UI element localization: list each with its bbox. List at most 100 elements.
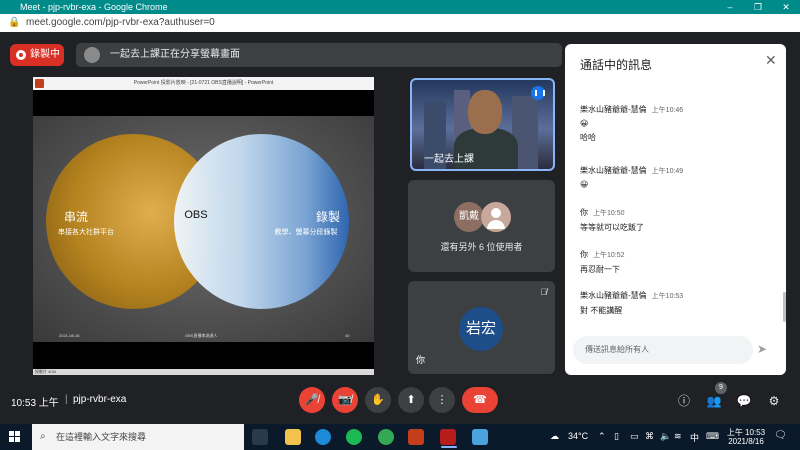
browser-title-bar: Meet - pjp-rvbr-exa - Google Chrome – ❐ …: [0, 0, 800, 14]
raise-hand-button[interactable]: ✋: [365, 387, 391, 413]
chat-sender: 樂水山豬爺爺-慧倫: [580, 291, 647, 300]
presenting-text: 一起去上課正在分享螢幕畫面: [110, 49, 240, 60]
chat-icon[interactable]: 💬: [734, 391, 754, 411]
camera-off-button[interactable]: 📷̸: [332, 387, 358, 413]
recording-label: 錄製中: [30, 49, 60, 60]
wifi-icon[interactable]: ≋: [674, 431, 682, 442]
battery-icon[interactable]: ▭: [630, 431, 639, 442]
participant-tile-speaker[interactable]: 一起去上課: [410, 78, 555, 171]
meeting-code: pjp-rvbr-exa: [73, 394, 127, 405]
speaking-indicator-icon: [531, 86, 545, 100]
self-avatar: 岩宏: [459, 307, 503, 351]
photos-icon[interactable]: [472, 429, 488, 445]
meeting-time: 10:53 上午: [11, 398, 59, 409]
slide-center-label: OBS: [184, 209, 208, 221]
present-now-button[interactable]: ⬆: [398, 387, 424, 413]
presenter-avatar: [84, 47, 100, 63]
video-person-head: [468, 90, 502, 134]
leave-call-button[interactable]: ☎: [462, 387, 498, 413]
chat-sender: 你: [580, 208, 588, 217]
volume-icon[interactable]: 🔈: [660, 431, 671, 442]
record-icon: [16, 50, 26, 60]
chat-sender: 樂水山豬爺爺-慧倫: [580, 166, 647, 175]
close-window-icon[interactable]: ✕: [772, 0, 800, 14]
task-view-icon[interactable]: [252, 429, 268, 445]
chat-line: 哈哈: [580, 133, 596, 142]
edge-icon[interactable]: [315, 429, 331, 445]
notification-icon[interactable]: 🗨: [774, 430, 787, 441]
chat-time: 上午10:50: [593, 210, 625, 217]
windows-start-icon[interactable]: [9, 431, 21, 443]
chat-time: 上午10:46: [651, 107, 684, 114]
media-app-icon[interactable]: [440, 429, 456, 445]
self-label: 你: [416, 355, 426, 365]
powerpoint-icon: [35, 79, 44, 88]
active-app-indicator: [441, 446, 457, 448]
participant-name: 一起去上課: [424, 154, 474, 165]
ime-indicator[interactable]: 中: [690, 431, 699, 444]
powerpoint-taskbar-icon[interactable]: [408, 429, 424, 445]
chat-header: 通話中的訊息: [580, 58, 653, 72]
participant-tile-others[interactable]: 凱戴 還有另外 6 位使用者: [408, 180, 555, 272]
participant-tile-self[interactable]: 🎙̸ 岩宏 你: [408, 281, 555, 374]
slide-right-title: 錄製: [315, 210, 340, 224]
chat-time: 上午10:49: [651, 168, 684, 175]
window-title: Meet - pjp-rvbr-exa - Google Chrome: [20, 2, 168, 12]
weather-icon[interactable]: ☁: [550, 431, 559, 442]
people-count-badge: 9: [715, 382, 727, 394]
search-placeholder: 在這裡輸入文字來搜尋: [56, 432, 147, 442]
slide-left-subtitle: 串接各大社群平台: [58, 229, 114, 236]
network-icon[interactable]: ⌘: [645, 431, 654, 442]
activities-icon[interactable]: ⚙: [764, 391, 784, 411]
chat-input[interactable]: 傳送訊息給所有人: [573, 336, 753, 364]
chat-sender: 樂水山豬爺爺-慧倫: [580, 105, 647, 114]
mic-muted-icon: 🎙̸: [540, 287, 547, 297]
mic-off-button[interactable]: 🎤̸: [299, 387, 325, 413]
chat-message: 樂水山豬爺爺-慧倫 上午10:53 對 不能講醒: [580, 290, 780, 316]
slide-footer-center: OBS直播串流達人: [185, 333, 218, 338]
search-icon: ⌕: [40, 431, 46, 442]
presenting-banner: 一起去上課正在分享螢幕畫面: [76, 43, 562, 67]
weather-temp[interactable]: 34°C: [568, 431, 588, 441]
spotify-icon[interactable]: [346, 429, 362, 445]
meeting-details-icon[interactable]: ⓘ: [674, 391, 694, 411]
chat-line: 😀: [580, 119, 589, 128]
maximize-icon[interactable]: ❐: [744, 0, 772, 14]
clock-date[interactable]: 2021/8/16: [723, 437, 769, 446]
slide-right-subtitle: 教學、螢幕分段錄製: [274, 229, 338, 236]
url-text[interactable]: meet.google.com/pjp-rvbr-exa?authuser=0: [26, 14, 215, 32]
file-explorer-icon[interactable]: [285, 429, 301, 445]
tray-app-icon[interactable]: ▯: [614, 431, 619, 442]
ppt-title: PowerPoint 投影片放映 - [21-0721 OBS直播說明] - P…: [133, 80, 274, 86]
more-options-button[interactable]: ⋮: [429, 387, 455, 413]
lock-icon: 🔒: [8, 17, 21, 28]
chrome-icon[interactable]: [378, 429, 394, 445]
address-bar[interactable]: 🔒 meet.google.com/pjp-rvbr-exa?authuser=…: [0, 14, 800, 32]
ppt-title-bar: PowerPoint 投影片放映 - [21-0721 OBS直播說明] - P…: [33, 77, 374, 90]
chat-line: 等等就可以吃飯了: [580, 223, 644, 232]
slide-footer: 2021-08-16 OBS直播串流達人 40: [33, 331, 374, 341]
chat-sender: 你: [580, 250, 588, 259]
chat-scrollbar[interactable]: [783, 292, 786, 322]
slide-left-title: 串流: [63, 210, 88, 224]
tray-chevron-icon[interactable]: ⌃: [598, 431, 606, 442]
taskbar-search[interactable]: ⌕ 在這裡輸入文字來搜尋: [32, 424, 244, 450]
chat-message: 樂水山豬爺爺-慧倫 上午10:46 😀 哈哈: [580, 104, 780, 143]
chat-message: 你上午10:52 再忍耐一下: [580, 249, 780, 275]
chat-time: 上午10:53: [651, 293, 684, 300]
close-icon[interactable]: ✕: [765, 52, 777, 69]
chat-line: 再忍耐一下: [580, 265, 620, 274]
ppt-status-text: 投影片 4/34: [35, 369, 56, 374]
chat-message: 你上午10:50 等等就可以吃飯了: [580, 207, 780, 233]
recording-badge[interactable]: 錄製中: [10, 44, 64, 66]
person-avatar-icon: [481, 202, 511, 232]
send-icon[interactable]: ➤: [757, 342, 767, 356]
minimize-icon[interactable]: –: [716, 0, 744, 14]
separator: |: [65, 394, 68, 405]
chat-line: 對 不能講醒: [580, 306, 623, 315]
others-count-text: 還有另外 6 位使用者: [440, 242, 523, 252]
chat-message: 樂水山豬爺爺-慧倫 上午10:49 😀: [580, 165, 780, 189]
people-icon[interactable]: 👥: [704, 391, 724, 411]
keyboard-icon[interactable]: ⌨: [706, 431, 719, 442]
chat-line: 😀: [580, 180, 589, 189]
